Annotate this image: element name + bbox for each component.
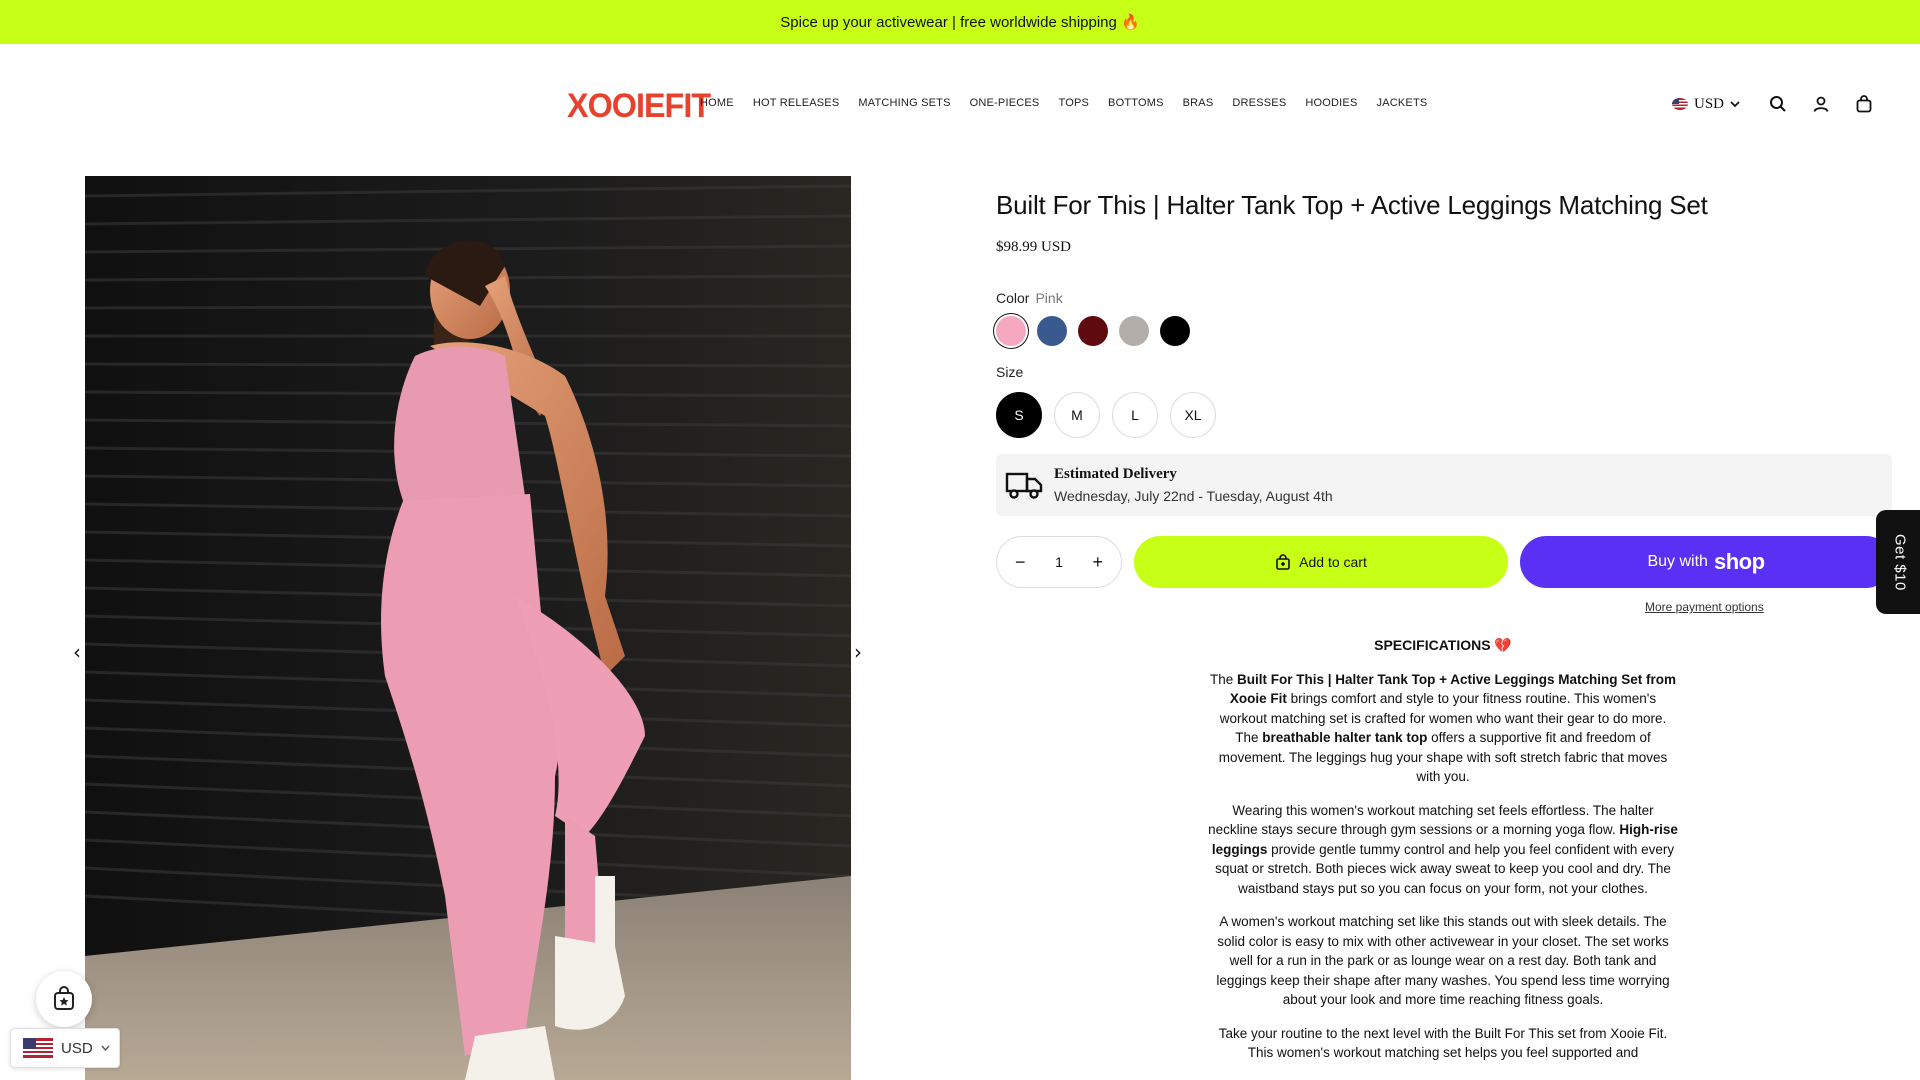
quantity-decrease-button[interactable]: − xyxy=(1015,552,1026,573)
shop-logo: shop xyxy=(1713,549,1765,574)
nav-hot-releases[interactable]: HOT RELEASES xyxy=(753,97,840,109)
currency-label: USD xyxy=(1694,95,1725,112)
size-label: Size xyxy=(996,364,1024,380)
nav-tops[interactable]: TOPS xyxy=(1058,97,1089,109)
header-actions: USD xyxy=(1672,92,1895,116)
specs-paragraph-1: The Built For This | Halter Tank Top + A… xyxy=(1208,670,1678,787)
add-to-cart-label: Add to cart xyxy=(1299,554,1367,570)
quantity-stepper: − 1 + xyxy=(996,536,1122,588)
product-photo xyxy=(85,176,851,1080)
announcement-text: Spice up your activewear | free worldwid… xyxy=(780,14,1140,31)
brand-logo[interactable]: XOOIEFIT xyxy=(567,87,711,126)
cart-icon[interactable] xyxy=(1852,92,1876,116)
gallery-next-arrow[interactable]: › xyxy=(848,640,868,664)
size-l[interactable]: L xyxy=(1112,392,1158,438)
announcement-bar: Spice up your activewear | free worldwid… xyxy=(0,0,1920,44)
chevron-down-icon xyxy=(1730,101,1740,108)
nav-dresses[interactable]: DRESSES xyxy=(1232,97,1286,109)
estimated-delivery: Estimated Delivery Wednesday, July 22nd … xyxy=(996,454,1892,516)
quantity-value[interactable]: 1 xyxy=(1055,554,1063,570)
main-nav: HOME HOT RELEASES MATCHING SETS ONE-PIEC… xyxy=(700,97,1427,109)
product-image xyxy=(85,176,851,1080)
product-info: Built For This | Halter Tank Top + Activ… xyxy=(996,190,1892,614)
more-payment-options-link[interactable]: More payment options xyxy=(1645,600,1892,614)
product-specifications: SPECIFICATIONS 💔 The Built For This | Ha… xyxy=(1208,636,1678,1077)
specs-paragraph-3: A women's workout matching set like this… xyxy=(1216,914,1670,1007)
size-s[interactable]: S xyxy=(996,392,1042,438)
us-flag-icon xyxy=(23,1038,53,1058)
specs-paragraph-4: Take your routine to the next level with… xyxy=(1218,1025,1668,1061)
buy-with-shop-button[interactable]: Buy with shop xyxy=(1520,536,1892,588)
cart-plus-icon xyxy=(1276,554,1290,570)
product-title: Built For This | Halter Tank Top + Activ… xyxy=(996,190,1708,220)
currency-widget-label: USD xyxy=(61,1039,93,1057)
nav-matching-sets[interactable]: MATCHING SETS xyxy=(858,97,950,109)
quantity-increase-button[interactable]: + xyxy=(1092,552,1103,573)
size-xl[interactable]: XL xyxy=(1170,392,1216,438)
nav-home[interactable]: HOME xyxy=(700,97,734,109)
get-ten-dollars-tab[interactable]: Get $10 xyxy=(1876,510,1920,614)
currency-widget[interactable]: USD xyxy=(10,1028,120,1068)
specs-bold-text: breathable halter tank top xyxy=(1262,730,1428,745)
nav-hoodies[interactable]: HOODIES xyxy=(1305,97,1357,109)
gallery-prev-arrow[interactable]: ‹ xyxy=(67,640,87,664)
specs-text: provide gentle tummy control and help yo… xyxy=(1215,841,1675,896)
color-value: Pink xyxy=(1035,290,1063,306)
swatch-burgundy[interactable] xyxy=(1078,316,1108,346)
size-options: S M L XL xyxy=(996,392,1892,438)
swatch-pink[interactable] xyxy=(996,316,1026,346)
site-header: XOOIEFIT HOME HOT RELEASES MATCHING SETS… xyxy=(0,44,1920,164)
size-m[interactable]: M xyxy=(1054,392,1100,438)
nav-bras[interactable]: BRAS xyxy=(1183,97,1214,109)
rewards-launcher[interactable] xyxy=(36,971,92,1027)
swatch-black[interactable] xyxy=(1160,316,1190,346)
swatch-grey[interactable] xyxy=(1119,316,1149,346)
specs-text: The xyxy=(1210,671,1238,687)
color-label: Color xyxy=(996,290,1030,306)
nav-one-pieces[interactable]: ONE-PIECES xyxy=(970,97,1040,109)
rewards-bag-icon xyxy=(54,986,74,1010)
account-icon[interactable] xyxy=(1809,92,1833,116)
delivery-truck-icon xyxy=(1005,472,1043,499)
delivery-title: Estimated Delivery xyxy=(1054,466,1177,482)
currency-selector[interactable]: USD xyxy=(1672,96,1740,113)
search-icon[interactable] xyxy=(1766,92,1790,116)
color-swatches xyxy=(996,316,1892,346)
specs-paragraph-2: Wearing this women's workout matching se… xyxy=(1208,801,1678,899)
color-option-label: Color Pink xyxy=(996,290,1892,306)
delivery-dates: Wednesday, July 22nd - Tuesday, August 4… xyxy=(1054,488,1333,504)
nav-jackets[interactable]: JACKETS xyxy=(1377,97,1428,109)
swatch-navy[interactable] xyxy=(1037,316,1067,346)
us-flag-icon xyxy=(1672,98,1688,110)
product-price: $98.99 USD xyxy=(996,239,1072,255)
specs-heading: SPECIFICATIONS 💔 xyxy=(1374,637,1512,653)
chevron-down-icon xyxy=(101,1045,110,1051)
get-ten-label: Get $10 xyxy=(1891,533,1909,591)
buy-with-label: Buy with xyxy=(1647,553,1708,570)
purchase-row: − 1 + Add to cart Buy with shop xyxy=(996,536,1892,588)
specs-text: Wearing this women's workout matching se… xyxy=(1208,802,1654,838)
nav-bottoms[interactable]: BOTTOMS xyxy=(1108,97,1164,109)
add-to-cart-button[interactable]: Add to cart xyxy=(1134,536,1508,588)
